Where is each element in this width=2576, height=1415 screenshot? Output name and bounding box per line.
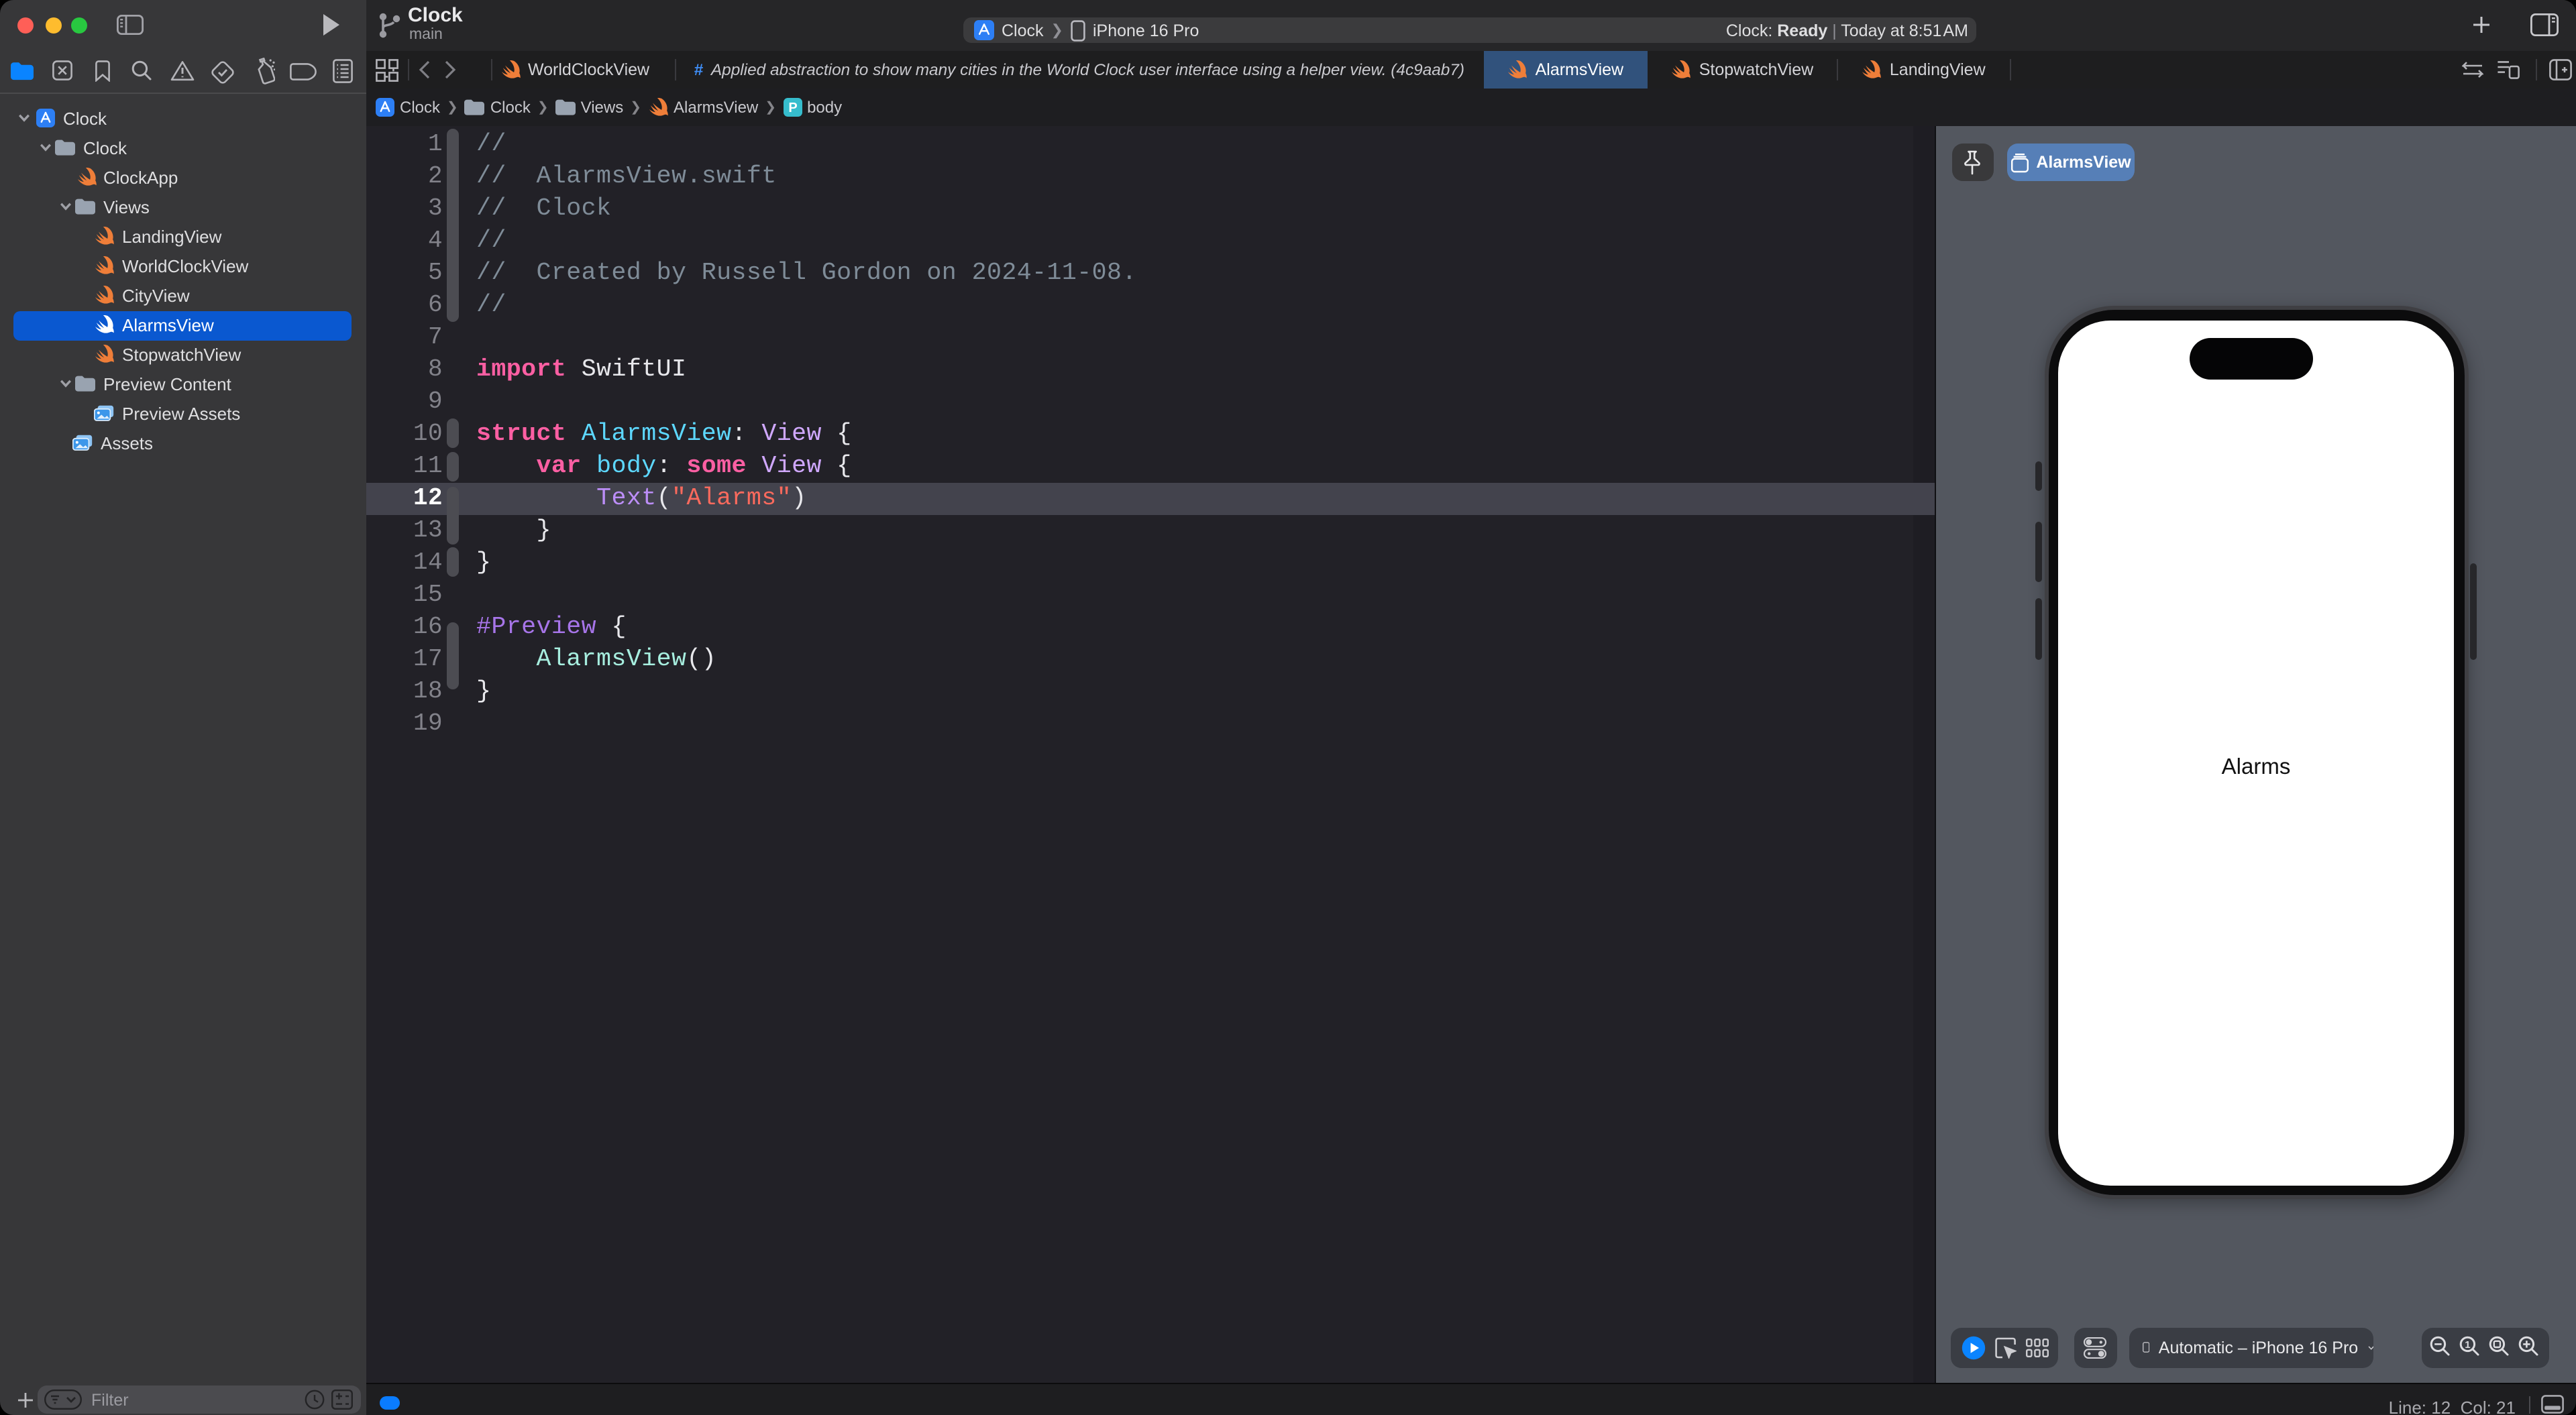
- svg-text:P: P: [788, 101, 796, 115]
- svg-text:1: 1: [2465, 1339, 2470, 1351]
